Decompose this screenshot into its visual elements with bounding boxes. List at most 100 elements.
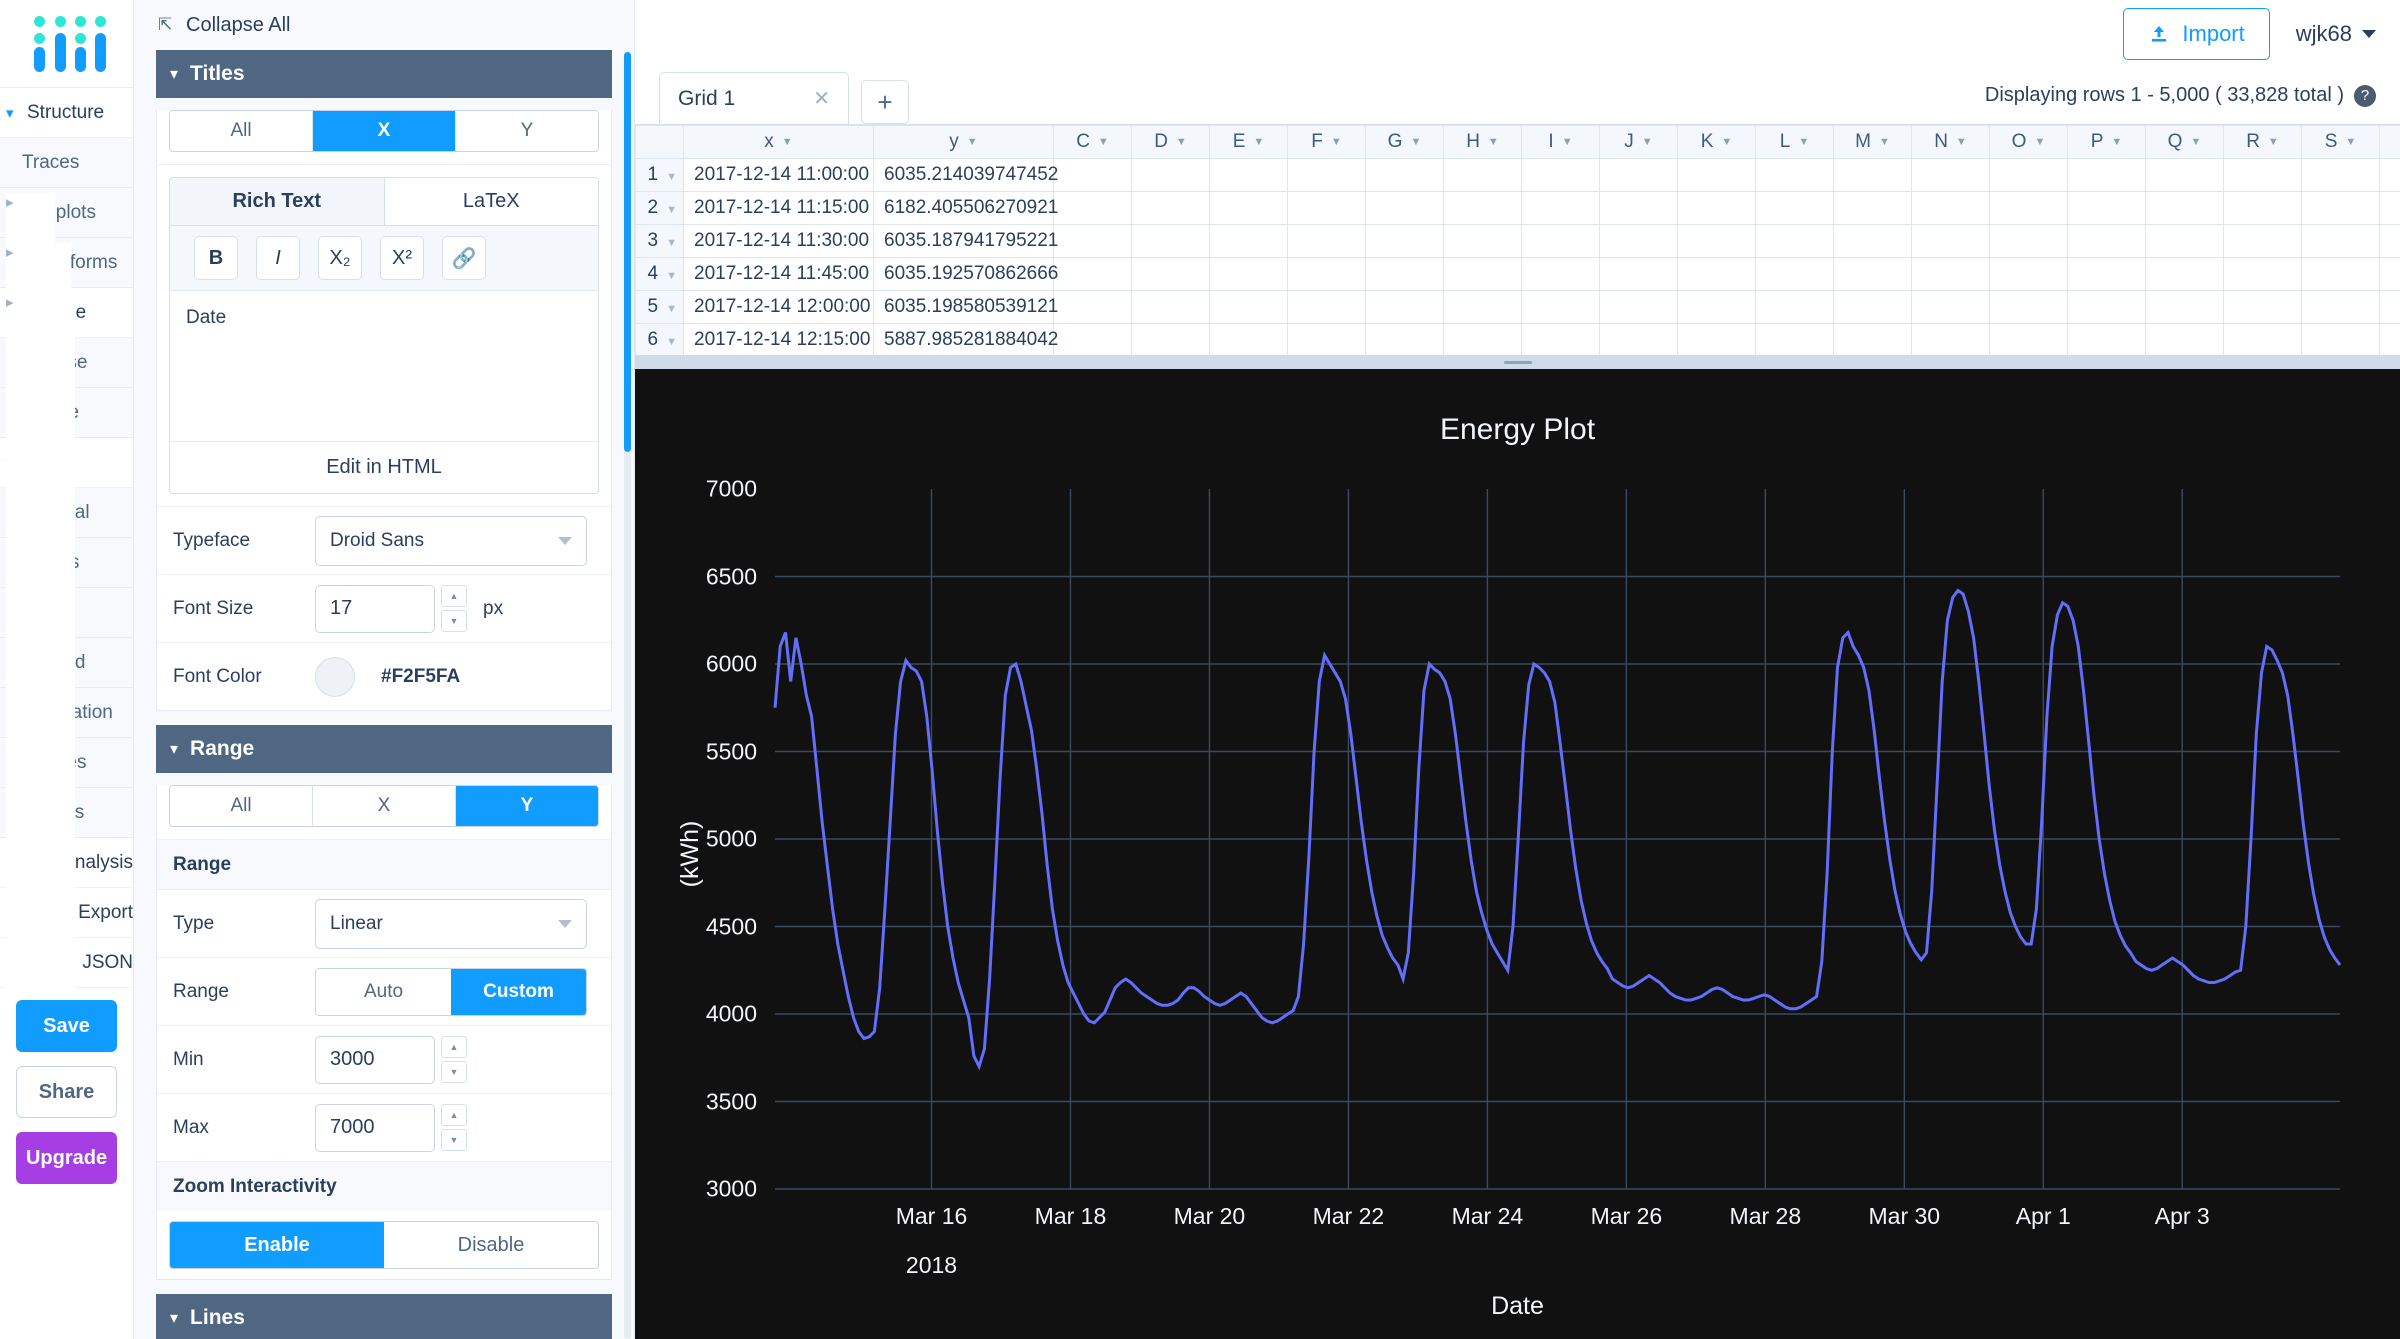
grid-cell-empty[interactable] bbox=[2067, 323, 2146, 357]
grid-tab[interactable]: Grid 1 ✕ bbox=[659, 72, 849, 124]
grid-cell-x[interactable]: 2017-12-14 12:15:00 bbox=[683, 323, 874, 357]
grid-cell-empty[interactable] bbox=[1677, 257, 1756, 291]
table-row[interactable]: 3 ▼ 2017-12-14 11:30:00 6035.187941795221 bbox=[635, 224, 2400, 258]
chevron-down-icon[interactable]: ▼ bbox=[1562, 136, 1573, 148]
range-panel-header[interactable]: ▾ Range bbox=[156, 725, 612, 773]
chevron-down-icon[interactable]: ▼ bbox=[1642, 136, 1653, 148]
grid-cell-empty[interactable] bbox=[1599, 191, 1678, 225]
grid-cell-empty[interactable] bbox=[1989, 158, 2068, 192]
grid-cell-empty[interactable] bbox=[1365, 191, 1444, 225]
grid-cell-empty[interactable] bbox=[2223, 323, 2302, 357]
grid-cell-empty[interactable] bbox=[2379, 290, 2400, 324]
grid-cell-empty[interactable] bbox=[2223, 290, 2302, 324]
chevron-down-icon[interactable]: ▼ bbox=[1488, 136, 1499, 148]
chevron-down-icon[interactable]: ▼ bbox=[2111, 136, 2122, 148]
row-number[interactable]: 3 ▼ bbox=[635, 224, 684, 258]
grid-cell-empty[interactable] bbox=[1443, 224, 1522, 258]
grid-cell-empty[interactable] bbox=[2301, 158, 2380, 192]
editor-scrollbar-thumb[interactable] bbox=[624, 52, 631, 452]
grid-cell-empty[interactable] bbox=[2223, 257, 2302, 291]
chevron-down-icon[interactable]: ▼ bbox=[666, 270, 677, 282]
grid-cell-empty[interactable] bbox=[1053, 257, 1132, 291]
grid-cell-empty[interactable] bbox=[1209, 158, 1288, 192]
chevron-down-icon[interactable]: ▼ bbox=[666, 204, 677, 216]
add-grid-tab-button[interactable]: + bbox=[861, 80, 909, 124]
grid-cell-empty[interactable] bbox=[2379, 224, 2400, 258]
chevron-down-icon[interactable]: ▼ bbox=[782, 136, 793, 148]
tab-latex[interactable]: LaTeX bbox=[383, 178, 598, 226]
grid-cell-empty[interactable] bbox=[1365, 224, 1444, 258]
chevron-down-icon[interactable]: ▼ bbox=[1253, 136, 1264, 148]
grid-column-header[interactable]: D ▼ bbox=[1131, 125, 1210, 159]
stepper-up-icon[interactable]: ▲ bbox=[441, 1104, 467, 1126]
grid-cell-empty[interactable] bbox=[1599, 224, 1678, 258]
titles-axis-tab-x[interactable]: X bbox=[313, 111, 456, 151]
grid-cell-empty[interactable] bbox=[2223, 158, 2302, 192]
collapse-all-button[interactable]: ⇱ Collapse All bbox=[134, 0, 634, 50]
chevron-down-icon[interactable]: ▼ bbox=[666, 237, 677, 249]
grid-cell-empty[interactable] bbox=[2301, 191, 2380, 225]
grid-cell-empty[interactable] bbox=[1677, 224, 1756, 258]
user-menu[interactable]: wjk68 bbox=[2296, 21, 2376, 47]
grid-cell-empty[interactable] bbox=[2067, 191, 2146, 225]
import-button[interactable]: Import bbox=[2123, 8, 2270, 60]
close-icon[interactable]: ✕ bbox=[813, 86, 830, 111]
grid-cell-empty[interactable] bbox=[2379, 158, 2400, 192]
grid-column-header[interactable]: T▼ bbox=[2379, 125, 2400, 159]
grid-cell-empty[interactable] bbox=[2145, 224, 2224, 258]
grid-cell-empty[interactable] bbox=[1521, 257, 1600, 291]
help-icon[interactable]: ? bbox=[2354, 84, 2376, 107]
grid-cell-empty[interactable] bbox=[1677, 158, 1756, 192]
chevron-down-icon[interactable]: ▼ bbox=[967, 136, 978, 148]
stepper-up-icon[interactable]: ▲ bbox=[441, 585, 467, 607]
grid-cell-empty[interactable] bbox=[1599, 290, 1678, 324]
grid-cell-empty[interactable] bbox=[1287, 224, 1366, 258]
grid-cell-empty[interactable] bbox=[2067, 158, 2146, 192]
italic-button[interactable]: I bbox=[256, 236, 300, 280]
grid-cell-empty[interactable] bbox=[1365, 290, 1444, 324]
grid-cell-empty[interactable] bbox=[1677, 191, 1756, 225]
grid-cell-empty[interactable] bbox=[1131, 323, 1210, 357]
grid-cell-y[interactable]: 6035.192570862666 bbox=[873, 257, 1058, 291]
grid-cell-empty[interactable] bbox=[1989, 290, 2068, 324]
grid-column-header[interactable]: H ▼ bbox=[1443, 125, 1522, 159]
chevron-down-icon[interactable]: ▼ bbox=[2034, 136, 2045, 148]
superscript-button[interactable]: X² bbox=[380, 236, 424, 280]
grid-column-header[interactable]: S ▼ bbox=[2301, 125, 2380, 159]
grid-cell-empty[interactable] bbox=[1755, 257, 1834, 291]
subscript-button[interactable]: X₂ bbox=[318, 236, 362, 280]
grid-cell-empty[interactable] bbox=[2145, 290, 2224, 324]
min-input[interactable]: 3000 bbox=[315, 1035, 435, 1084]
nav-group-json[interactable]: ▸ JSON bbox=[0, 293, 133, 1339]
titles-panel-header[interactable]: ▾ Titles bbox=[156, 50, 612, 98]
title-text-input[interactable]: Date bbox=[170, 291, 598, 441]
titles-axis-tab-all[interactable]: All bbox=[170, 111, 313, 151]
range-mode-auto[interactable]: Auto bbox=[316, 968, 451, 1015]
range-mode-custom[interactable]: Custom bbox=[451, 968, 586, 1015]
grid-cell-empty[interactable] bbox=[1911, 323, 1990, 357]
share-button[interactable]: Share bbox=[16, 1066, 117, 1118]
grid-column-header[interactable]: L ▼ bbox=[1755, 125, 1834, 159]
chevron-down-icon[interactable]: ▼ bbox=[2190, 136, 2201, 148]
grid-cell-empty[interactable] bbox=[1521, 158, 1600, 192]
grid-cell-empty[interactable] bbox=[1521, 191, 1600, 225]
grid-cell-empty[interactable] bbox=[1755, 224, 1834, 258]
table-row[interactable]: 5 ▼ 2017-12-14 12:00:00 6035.198580539121 bbox=[635, 290, 2400, 324]
sidebar-item-traces[interactable]: Traces bbox=[0, 138, 133, 188]
row-number[interactable]: 2 ▼ bbox=[635, 191, 684, 225]
grid-cell-empty[interactable] bbox=[1755, 191, 1834, 225]
grid-cell-empty[interactable] bbox=[1599, 257, 1678, 291]
grid-cell-empty[interactable] bbox=[1989, 323, 2068, 357]
chevron-down-icon[interactable]: ▼ bbox=[2268, 136, 2279, 148]
grid-cell-empty[interactable] bbox=[2301, 257, 2380, 291]
grid-cell-y[interactable]: 6182.405506270921 bbox=[873, 191, 1058, 225]
grid-cell-empty[interactable] bbox=[1443, 191, 1522, 225]
grid-cell-empty[interactable] bbox=[2145, 158, 2224, 192]
grid-cell-empty[interactable] bbox=[1521, 290, 1600, 324]
grid-cell-empty[interactable] bbox=[1287, 257, 1366, 291]
grid-cell-empty[interactable] bbox=[2223, 191, 2302, 225]
grid-cell-empty[interactable] bbox=[1209, 323, 1288, 357]
grid-column-header[interactable]: I ▼ bbox=[1521, 125, 1600, 159]
grid-cell-empty[interactable] bbox=[1287, 290, 1366, 324]
bold-button[interactable]: B bbox=[194, 236, 238, 280]
